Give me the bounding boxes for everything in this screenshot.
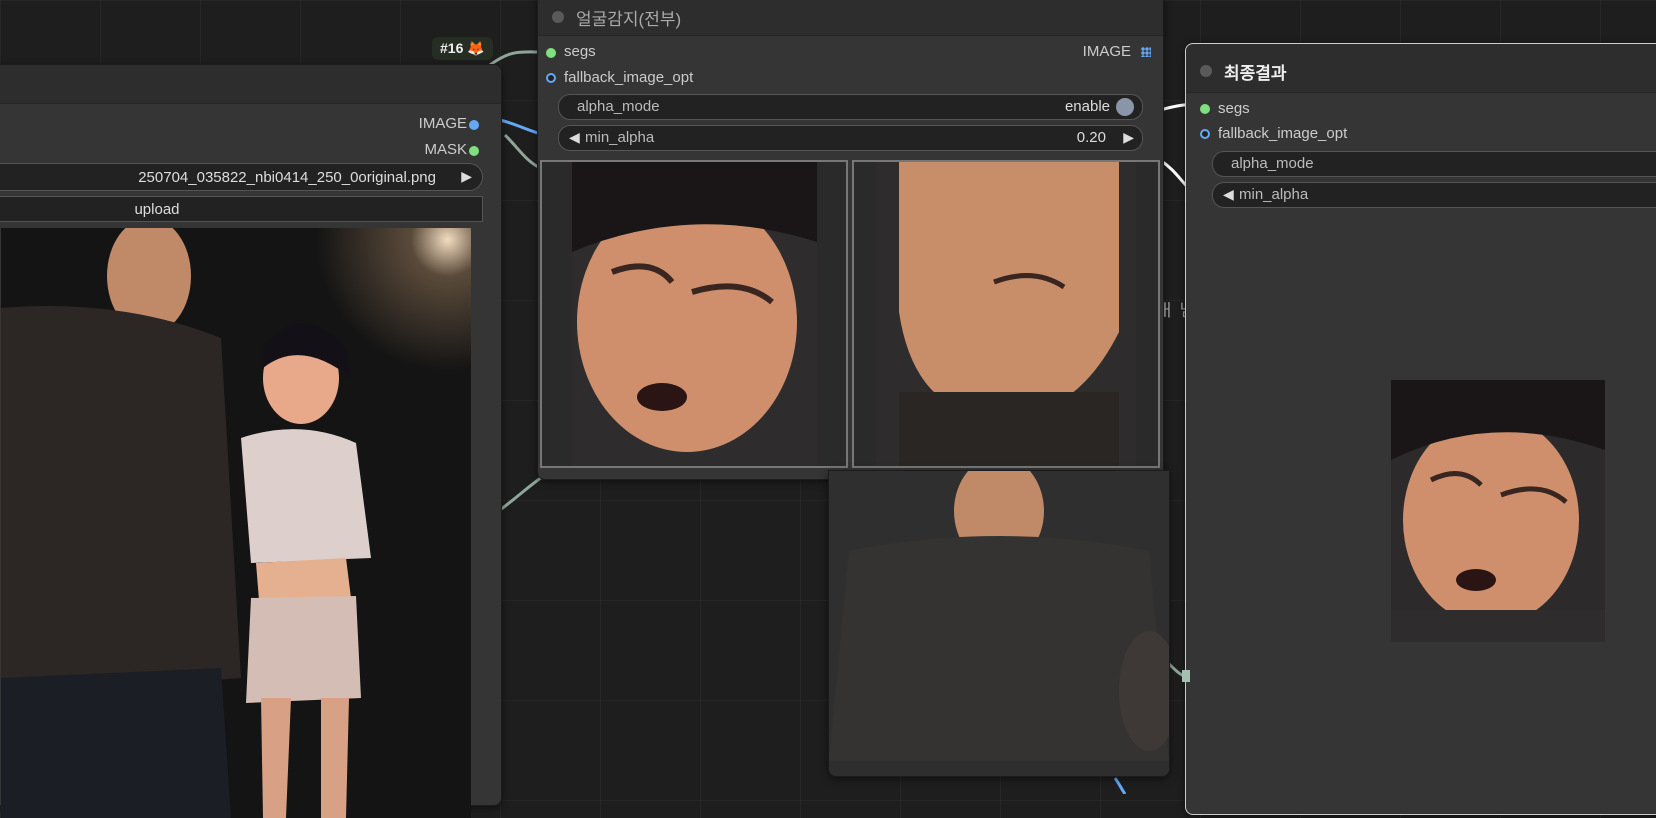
input-segs-label: segs bbox=[1218, 100, 1250, 117]
input-fallback-socket[interactable] bbox=[1200, 129, 1210, 139]
secondary-image-preview-node[interactable] bbox=[828, 456, 1179, 777]
alpha-mode-value: enable bbox=[1064, 98, 1110, 115]
min-alpha-stepper[interactable]: ◀ min_alpha bbox=[1212, 182, 1656, 208]
min-alpha-value: 0.20 bbox=[1076, 129, 1106, 146]
alpha-mode-label: alpha_mode bbox=[1231, 155, 1314, 172]
input-segs-label: segs bbox=[564, 43, 596, 60]
final-result-node-title-bar[interactable]: 최종결과 bbox=[1186, 44, 1656, 93]
face-thumbnail-2[interactable] bbox=[852, 160, 1160, 468]
grid-output-icon[interactable] bbox=[1141, 47, 1151, 57]
decrement-arrow-icon[interactable]: ◀ bbox=[1223, 186, 1234, 203]
toggle-knob-icon[interactable] bbox=[1116, 98, 1134, 116]
min-alpha-label: min_alpha bbox=[585, 129, 655, 146]
collapse-dot-icon[interactable] bbox=[1200, 65, 1212, 77]
image-file-select[interactable]: 250704_035822_nbi0414_250_0original.png … bbox=[0, 163, 483, 191]
load-image-node-title-bar[interactable] bbox=[0, 65, 501, 104]
face-1-preview bbox=[572, 162, 817, 466]
output-image-label: IMAGE bbox=[1082, 43, 1131, 60]
alpha-mode-toggle[interactable]: alpha_mode bbox=[1212, 151, 1656, 177]
increment-arrow-icon[interactable]: ▶ bbox=[1123, 129, 1134, 146]
next-file-arrow-icon[interactable]: ▶ bbox=[461, 168, 472, 185]
final-result-node-title: 최종결과 bbox=[1224, 64, 1287, 83]
face-detect-node-title-bar[interactable]: 얼굴감지(전부) bbox=[538, 0, 1163, 36]
load-image-node[interactable]: IMAGE MASK 250704_035822_nbi0414_250_0or… bbox=[0, 64, 502, 818]
upload-button[interactable]: upload bbox=[0, 196, 483, 222]
output-mask-label: MASK bbox=[424, 141, 467, 158]
alpha-mode-label: alpha_mode bbox=[577, 98, 660, 115]
decrement-arrow-icon[interactable]: ◀ bbox=[569, 129, 580, 146]
image-file-value: 250704_035822_nbi0414_250_0original.png bbox=[138, 169, 436, 186]
min-alpha-label: min_alpha bbox=[1239, 186, 1309, 203]
secondary-preview bbox=[829, 456, 1179, 761]
upload-button-label: upload bbox=[134, 201, 180, 218]
loaded-image-preview bbox=[1, 228, 471, 818]
output-image-label: IMAGE bbox=[418, 115, 467, 132]
input-segs-socket[interactable] bbox=[546, 48, 556, 58]
final-face-preview bbox=[1391, 380, 1605, 642]
final-result-image bbox=[1391, 380, 1605, 642]
input-fallback-label: fallback_image_opt bbox=[564, 69, 694, 86]
input-fallback-socket[interactable] bbox=[546, 73, 556, 83]
output-mask-socket[interactable] bbox=[469, 146, 479, 156]
input-fallback-label: fallback_image_opt bbox=[1218, 125, 1348, 142]
collapse-dot-icon[interactable] bbox=[552, 11, 564, 23]
face-detect-node-title: 얼굴감지(전부) bbox=[576, 10, 682, 29]
min-alpha-stepper[interactable]: ◀ min_alpha 0.20 ▶ bbox=[558, 125, 1143, 151]
face-detect-node[interactable]: 얼굴감지(전부) segs fallback_image_opt IMAGE a… bbox=[537, 0, 1164, 480]
alpha-mode-toggle[interactable]: alpha_mode enable bbox=[558, 94, 1143, 120]
input-segs-socket[interactable] bbox=[1200, 104, 1210, 114]
node-id-badge: #16 🦊 bbox=[432, 37, 493, 60]
face-thumbnail-1[interactable] bbox=[540, 160, 848, 468]
preview-figures bbox=[1, 228, 371, 818]
output-image-socket[interactable] bbox=[469, 120, 479, 130]
reroute-handle[interactable] bbox=[1182, 670, 1190, 682]
final-result-node[interactable]: 최종결과 segs fallback_image_opt alpha_mode … bbox=[1185, 43, 1656, 815]
face-2-preview bbox=[876, 162, 1136, 466]
